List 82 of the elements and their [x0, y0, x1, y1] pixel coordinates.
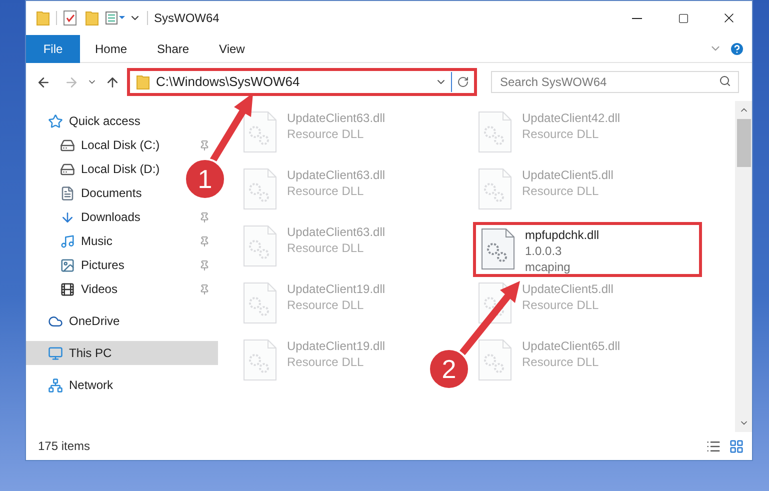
window-title: SysWOW64	[154, 10, 220, 27]
folder-icon	[36, 10, 50, 26]
maximize-icon	[678, 12, 688, 24]
up-icon[interactable]	[105, 74, 120, 90]
file-name: UpdateClient65.dll	[522, 339, 620, 354]
drive-icon	[60, 138, 75, 152]
dll-file-icon	[478, 111, 512, 153]
help-icon[interactable]	[729, 40, 745, 56]
file-detail: Resource DLL	[522, 183, 600, 199]
dll-file-icon	[243, 111, 277, 153]
file-detail: Resource DLL	[522, 354, 600, 370]
sidebar-item[interactable]: Local Disk (D:)	[26, 157, 168, 181]
star-icon	[48, 114, 63, 128]
new-folder-icon	[85, 10, 99, 26]
ribbon-tab[interactable]: Home	[80, 34, 142, 62]
file-name: UpdateClient42.dll	[522, 111, 620, 126]
refresh-icon[interactable]	[457, 76, 469, 88]
file-detail: Resource DLL	[287, 354, 365, 370]
file-item[interactable]: mpfupdchk.dll 1.0.0.3 mcaping	[473, 222, 702, 277]
ribbon-tab[interactable]: View	[204, 34, 260, 62]
scrollbar[interactable]	[735, 101, 752, 432]
sidebar-item[interactable]: OneDrive	[26, 309, 128, 333]
drive-icon	[60, 162, 75, 176]
details-view-icon[interactable]	[706, 438, 721, 454]
sidebar-item[interactable]: Pictures	[26, 253, 218, 277]
file-detail: Resource DLL	[522, 297, 600, 313]
sidebar-item[interactable]: Downloads	[26, 205, 218, 229]
sidebar-item[interactable]: This PC	[26, 341, 218, 365]
pin-icon	[199, 236, 210, 246]
network-icon	[48, 378, 63, 392]
document-icon	[60, 186, 75, 200]
pin-icon	[199, 260, 210, 270]
file-name: UpdateClient5.dll	[522, 168, 614, 183]
sidebar-item[interactable]: Documents	[26, 181, 150, 205]
dll-file-icon	[478, 339, 512, 381]
large-icons-view-icon[interactable]	[729, 438, 744, 454]
file-detail: Resource DLL	[287, 183, 365, 199]
file-name: UpdateClient19.dll	[287, 339, 386, 354]
pin-icon	[199, 284, 210, 294]
pin-icon	[199, 212, 210, 222]
file-detail: mcaping	[525, 259, 572, 275]
sidebar-item[interactable]: Quick access	[26, 109, 148, 133]
picture-icon	[60, 258, 75, 272]
address-field[interactable]: C:\Windows\SysWOW64	[127, 68, 477, 96]
sidebar-item[interactable]: Local Disk (C:)	[26, 133, 218, 157]
folder-icon	[136, 74, 150, 90]
pin-icon	[199, 140, 210, 150]
file-detail: Resource DLL	[287, 240, 365, 256]
scrollbar-thumb[interactable]	[736, 119, 750, 167]
sidebar-item[interactable]: Network	[26, 373, 122, 397]
dll-file-icon	[243, 168, 277, 210]
file-name: mpfupdchk.dll	[525, 228, 600, 243]
file-name: UpdateClient63.dll	[287, 225, 386, 240]
music-note-icon	[60, 234, 75, 248]
ribbon-tab[interactable]: Share	[142, 34, 204, 62]
file-detail: Resource DLL	[522, 126, 600, 142]
checkmark-icon[interactable]	[63, 10, 77, 26]
dll-file-icon	[478, 168, 512, 210]
sidebar-item[interactable]: Music	[26, 229, 218, 253]
dll-file-icon	[478, 282, 512, 324]
file-menu-tab[interactable]: File	[26, 34, 80, 62]
file-name: UpdateClient63.dll	[287, 168, 386, 183]
file-name: UpdateClient19.dll	[287, 282, 386, 297]
dll-file-icon	[243, 225, 277, 267]
download-arrow-icon	[60, 210, 75, 224]
file-detail: Resource DLL	[287, 126, 365, 142]
dll-file-icon	[243, 282, 277, 324]
dll-file-icon	[243, 339, 277, 381]
file-name: UpdateClient5.dll	[522, 282, 614, 297]
file-name: UpdateClient63.dll	[287, 111, 386, 126]
dll-file-icon	[481, 228, 515, 270]
file-detail: 1.0.0.3	[525, 243, 563, 259]
search-field[interactable]: Search SysWOW64	[491, 71, 739, 93]
back-icon[interactable]	[36, 74, 51, 90]
film-icon	[60, 282, 75, 296]
sidebar-item[interactable]: Videos	[26, 277, 218, 301]
properties-icon[interactable]	[105, 11, 125, 25]
item-count: 175 items	[38, 438, 90, 455]
file-detail: Resource DLL	[287, 297, 365, 313]
cloud-icon	[48, 314, 63, 328]
search-icon	[719, 75, 731, 87]
monitor-icon	[48, 346, 63, 360]
